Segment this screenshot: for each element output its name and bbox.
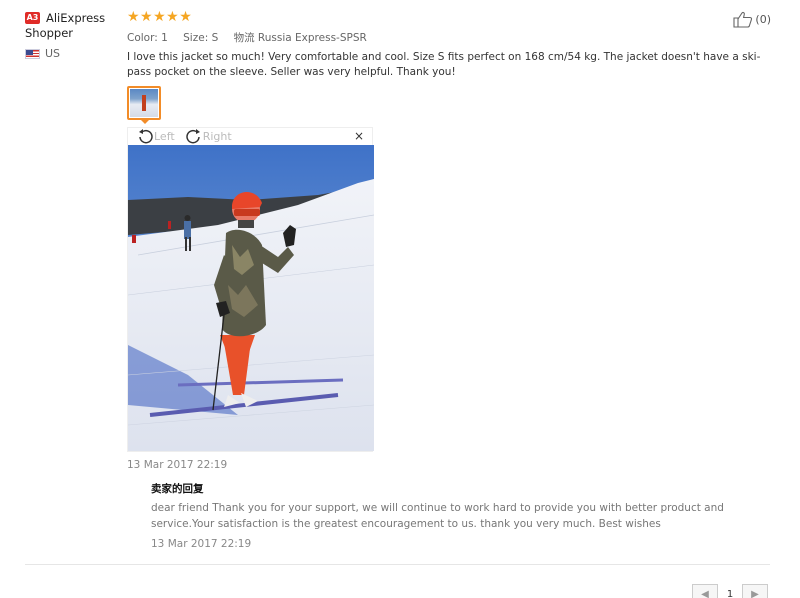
country-code: US [45,47,61,60]
prev-page-button[interactable]: ◀ [692,584,718,598]
photo-viewer: Left Right × [127,127,374,452]
reviewer-name-line1: AliExpress [46,11,106,25]
thumbnail-image [130,89,158,117]
helpful-count: (0) [755,13,771,26]
star-rating: ★★★★★ [127,9,193,25]
reviewer-name-line2: Shopper [25,26,74,40]
feedback-text: I love this jacket so much! Very comfort… [127,51,761,78]
avatar: A3 [25,12,40,24]
divider [25,564,770,565]
seller-reply-text: dear friend Thank you for your support, … [151,502,724,530]
next-page-button[interactable]: ▶ [742,584,768,598]
rotate-left-icon [139,128,153,143]
current-page[interactable]: 1 [718,584,742,598]
rotate-left-button[interactable]: Left [136,128,175,145]
thumbs-up-icon [733,11,753,28]
review-date: 13 Mar 2017 22:19 [127,459,228,471]
thumbnail-pointer [140,119,150,124]
seller-reply-title: 卖家的回复 [151,483,204,495]
rotate-right-button[interactable]: Right [185,128,232,145]
attr-color: Color: 1 [127,32,168,44]
pagination: ◀ 1 ▶ [692,584,768,598]
rotate-left-label: Left [154,130,175,143]
reviewer-name: AliExpress [46,11,105,26]
attr-logistics: 物流 Russia Express-SPSR [233,32,367,44]
photo-thumbnail[interactable] [127,86,161,120]
reviewer-country: US [25,47,120,60]
rotate-right-icon [186,128,200,143]
seller-reply-date: 13 Mar 2017 22:19 [151,538,252,550]
viewer-toolbar: Left Right × [128,128,372,145]
us-flag-icon [25,48,40,59]
order-attributes: Color: 1 Size: S 物流 Russia Express-SPSR [127,30,379,45]
rotate-right-label: Right [202,130,232,143]
helpful-button[interactable]: (0) [733,11,771,28]
close-viewer-button[interactable]: × [354,129,364,143]
review-photo[interactable] [128,145,374,451]
attr-size: Size: S [183,32,219,44]
reviewer-info: A3 AliExpress Shopper US [25,11,120,60]
